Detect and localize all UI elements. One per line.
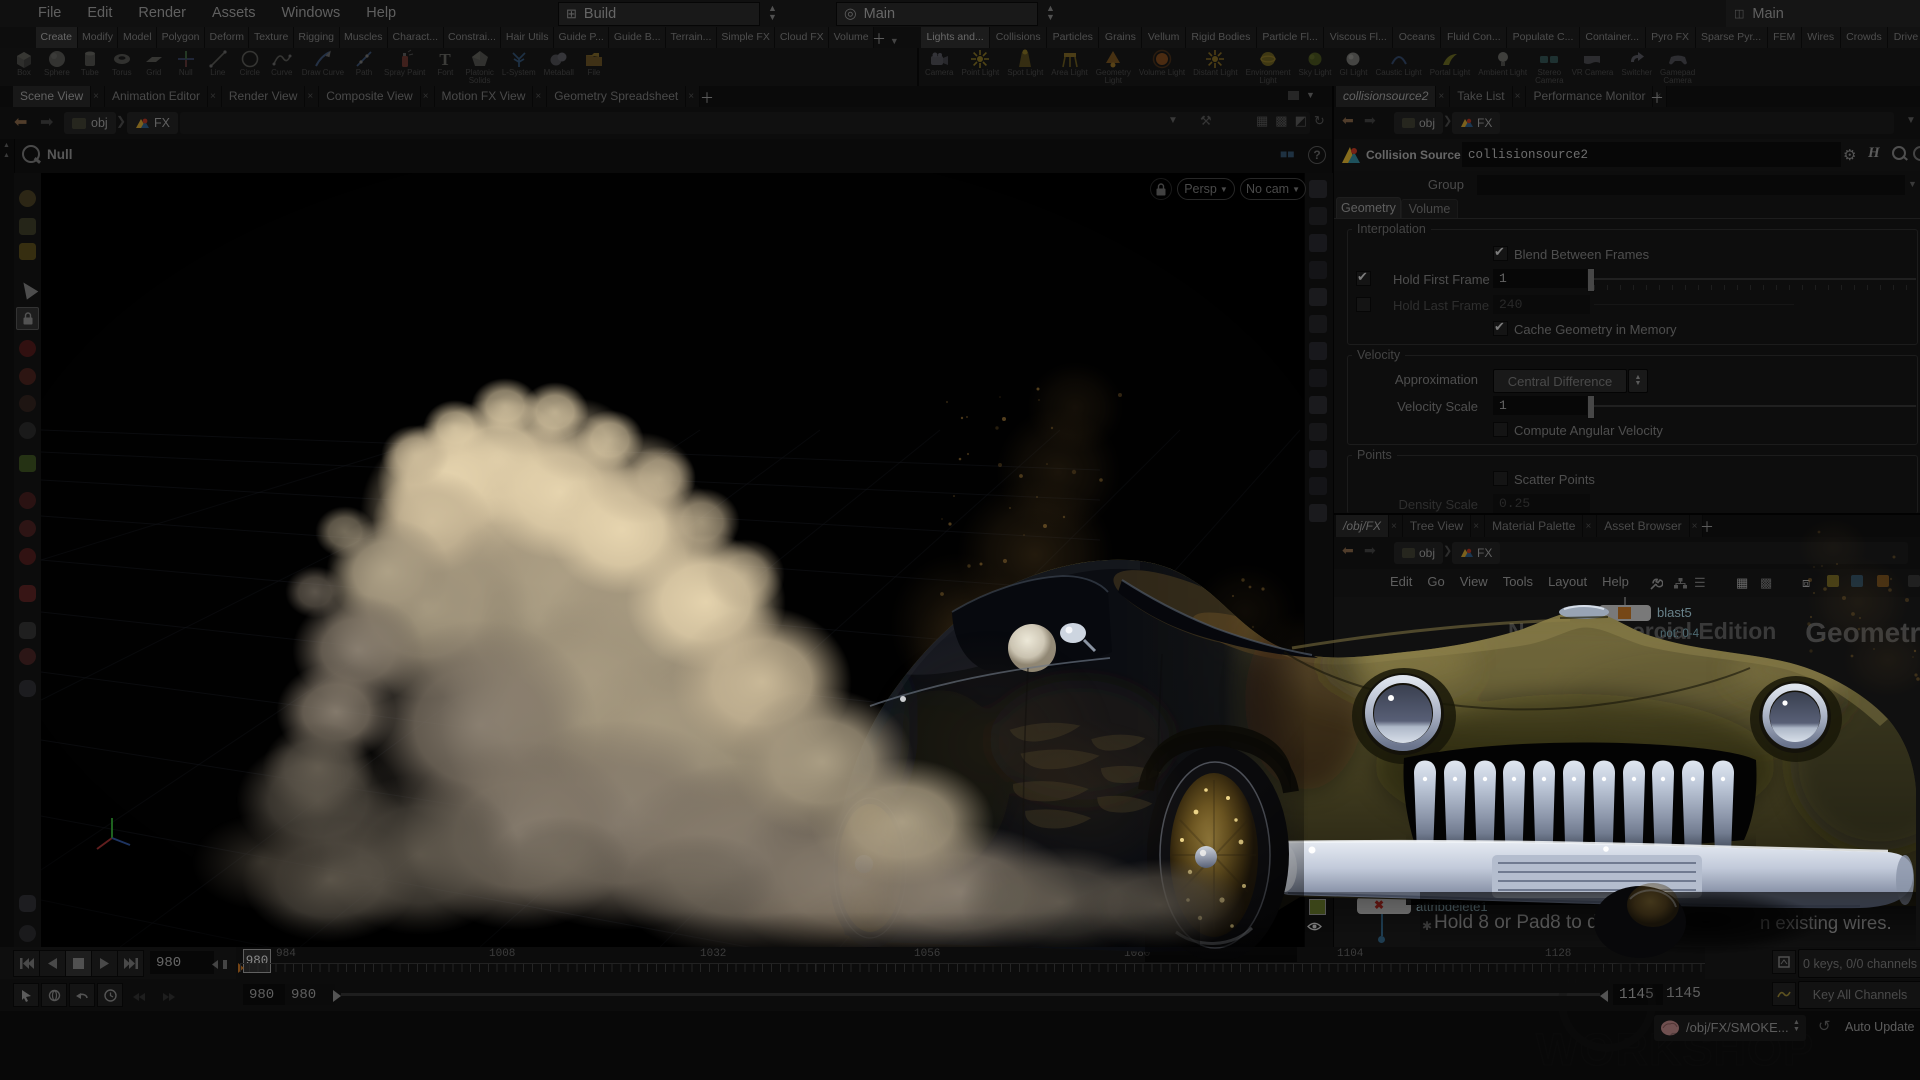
svg-text:T: T <box>440 50 452 69</box>
